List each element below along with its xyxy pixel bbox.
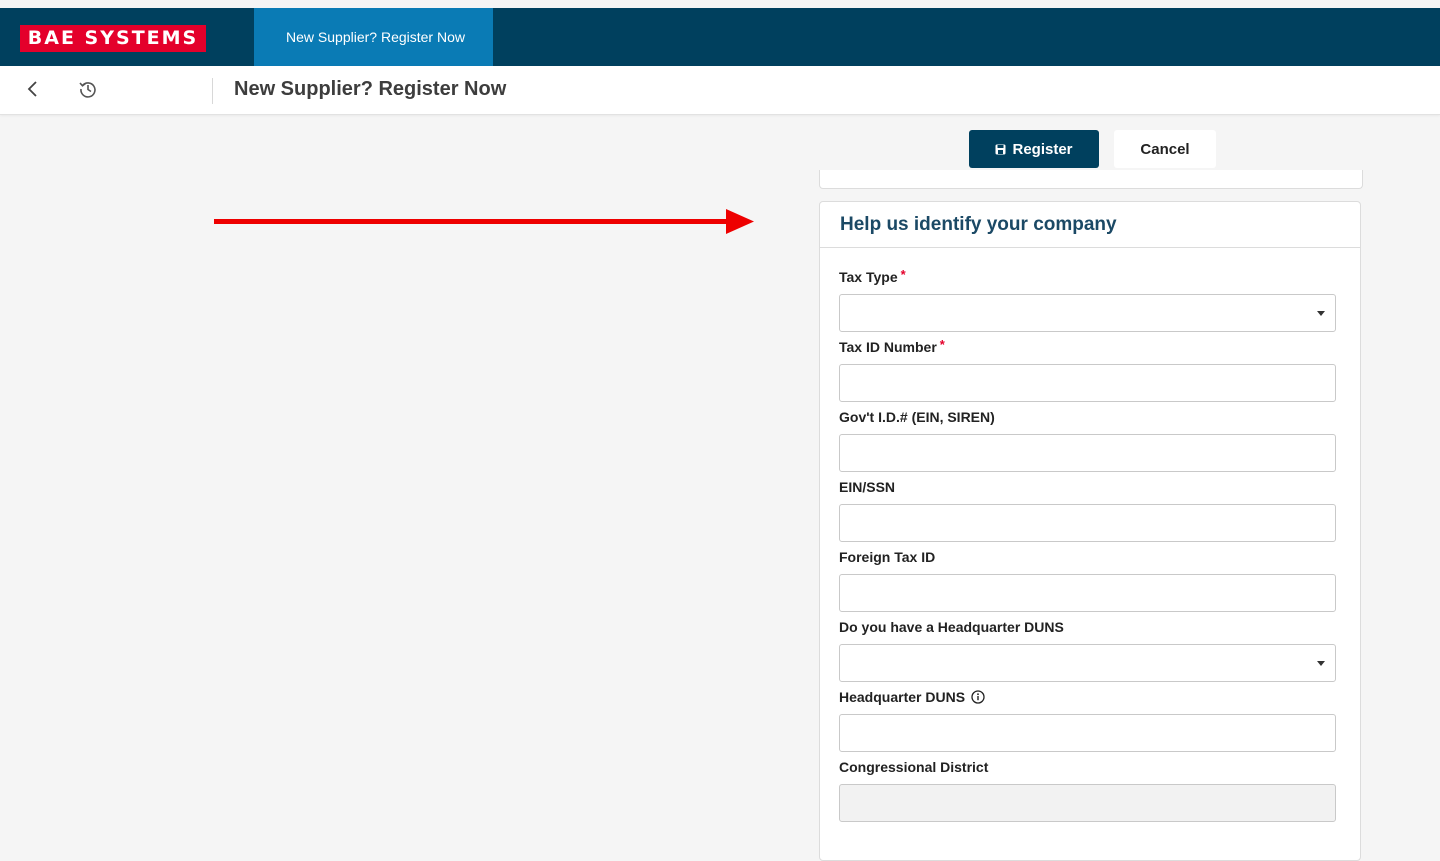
required-marker: * — [939, 336, 945, 352]
field-label: Congressional District — [839, 759, 989, 775]
tax-id-number-input[interactable] — [839, 364, 1336, 402]
save-icon — [995, 144, 1006, 154]
field-label: Headquarter DUNS — [839, 689, 966, 705]
chevron-left-icon[interactable] — [22, 78, 44, 100]
hq-duns-question-select[interactable] — [839, 644, 1336, 682]
tax-type-field: Tax Type * — [839, 266, 1336, 332]
cancel-button[interactable]: Cancel — [1114, 130, 1216, 168]
previous-section-panel — [819, 170, 1363, 189]
register-button-label: Register — [1012, 140, 1073, 158]
caret-down-icon — [1317, 661, 1325, 666]
ein-ssn-input[interactable] — [839, 504, 1336, 542]
panel-title: Help us identify your company — [820, 202, 1360, 248]
caret-down-icon — [1317, 311, 1325, 316]
foreign-tax-id-input[interactable] — [839, 574, 1336, 612]
ein-ssn-field: EIN/SSN — [839, 476, 1336, 542]
register-button[interactable]: Register — [969, 130, 1099, 168]
field-label: Gov't I.D.# (EIN, SIREN) — [839, 409, 995, 425]
page-title: New Supplier? Register Now — [234, 78, 507, 100]
field-label: Foreign Tax ID — [839, 549, 936, 565]
tax-type-select[interactable] — [839, 294, 1336, 332]
govt-id-field: Gov't I.D.# (EIN, SIREN) — [839, 406, 1336, 472]
hq-duns-field: Headquarter DUNS — [839, 686, 1336, 752]
field-label: Tax ID Number — [839, 339, 937, 355]
identify-company-panel: Help us identify your company Tax Type * … — [819, 201, 1361, 861]
bae-systems-logo[interactable]: BAE SYSTEMS — [20, 25, 206, 52]
foreign-tax-id-field: Foreign Tax ID — [839, 546, 1336, 612]
govt-id-input[interactable] — [839, 434, 1336, 472]
field-label: Tax Type — [839, 269, 898, 285]
congressional-district-field: Congressional District — [839, 756, 1336, 822]
congressional-district-input — [839, 784, 1336, 822]
hq-duns-question-field: Do you have a Headquarter DUNS — [839, 616, 1336, 682]
hq-duns-input[interactable] — [839, 714, 1336, 752]
field-label: Do you have a Headquarter DUNS — [839, 619, 1064, 635]
required-marker: * — [900, 266, 906, 282]
header-divider — [212, 78, 213, 104]
page-header-bar: New Supplier? Register Now — [0, 66, 1440, 115]
info-icon[interactable] — [971, 690, 985, 704]
tax-id-number-field: Tax ID Number * — [839, 336, 1336, 402]
tab-new-supplier-register[interactable]: New Supplier? Register Now — [254, 8, 493, 66]
field-label: EIN/SSN — [839, 479, 896, 495]
top-nav-bar: BAE SYSTEMS New Supplier? Register Now — [0, 8, 1440, 66]
history-icon[interactable] — [77, 78, 99, 100]
annotation-arrow-icon — [214, 209, 754, 234]
